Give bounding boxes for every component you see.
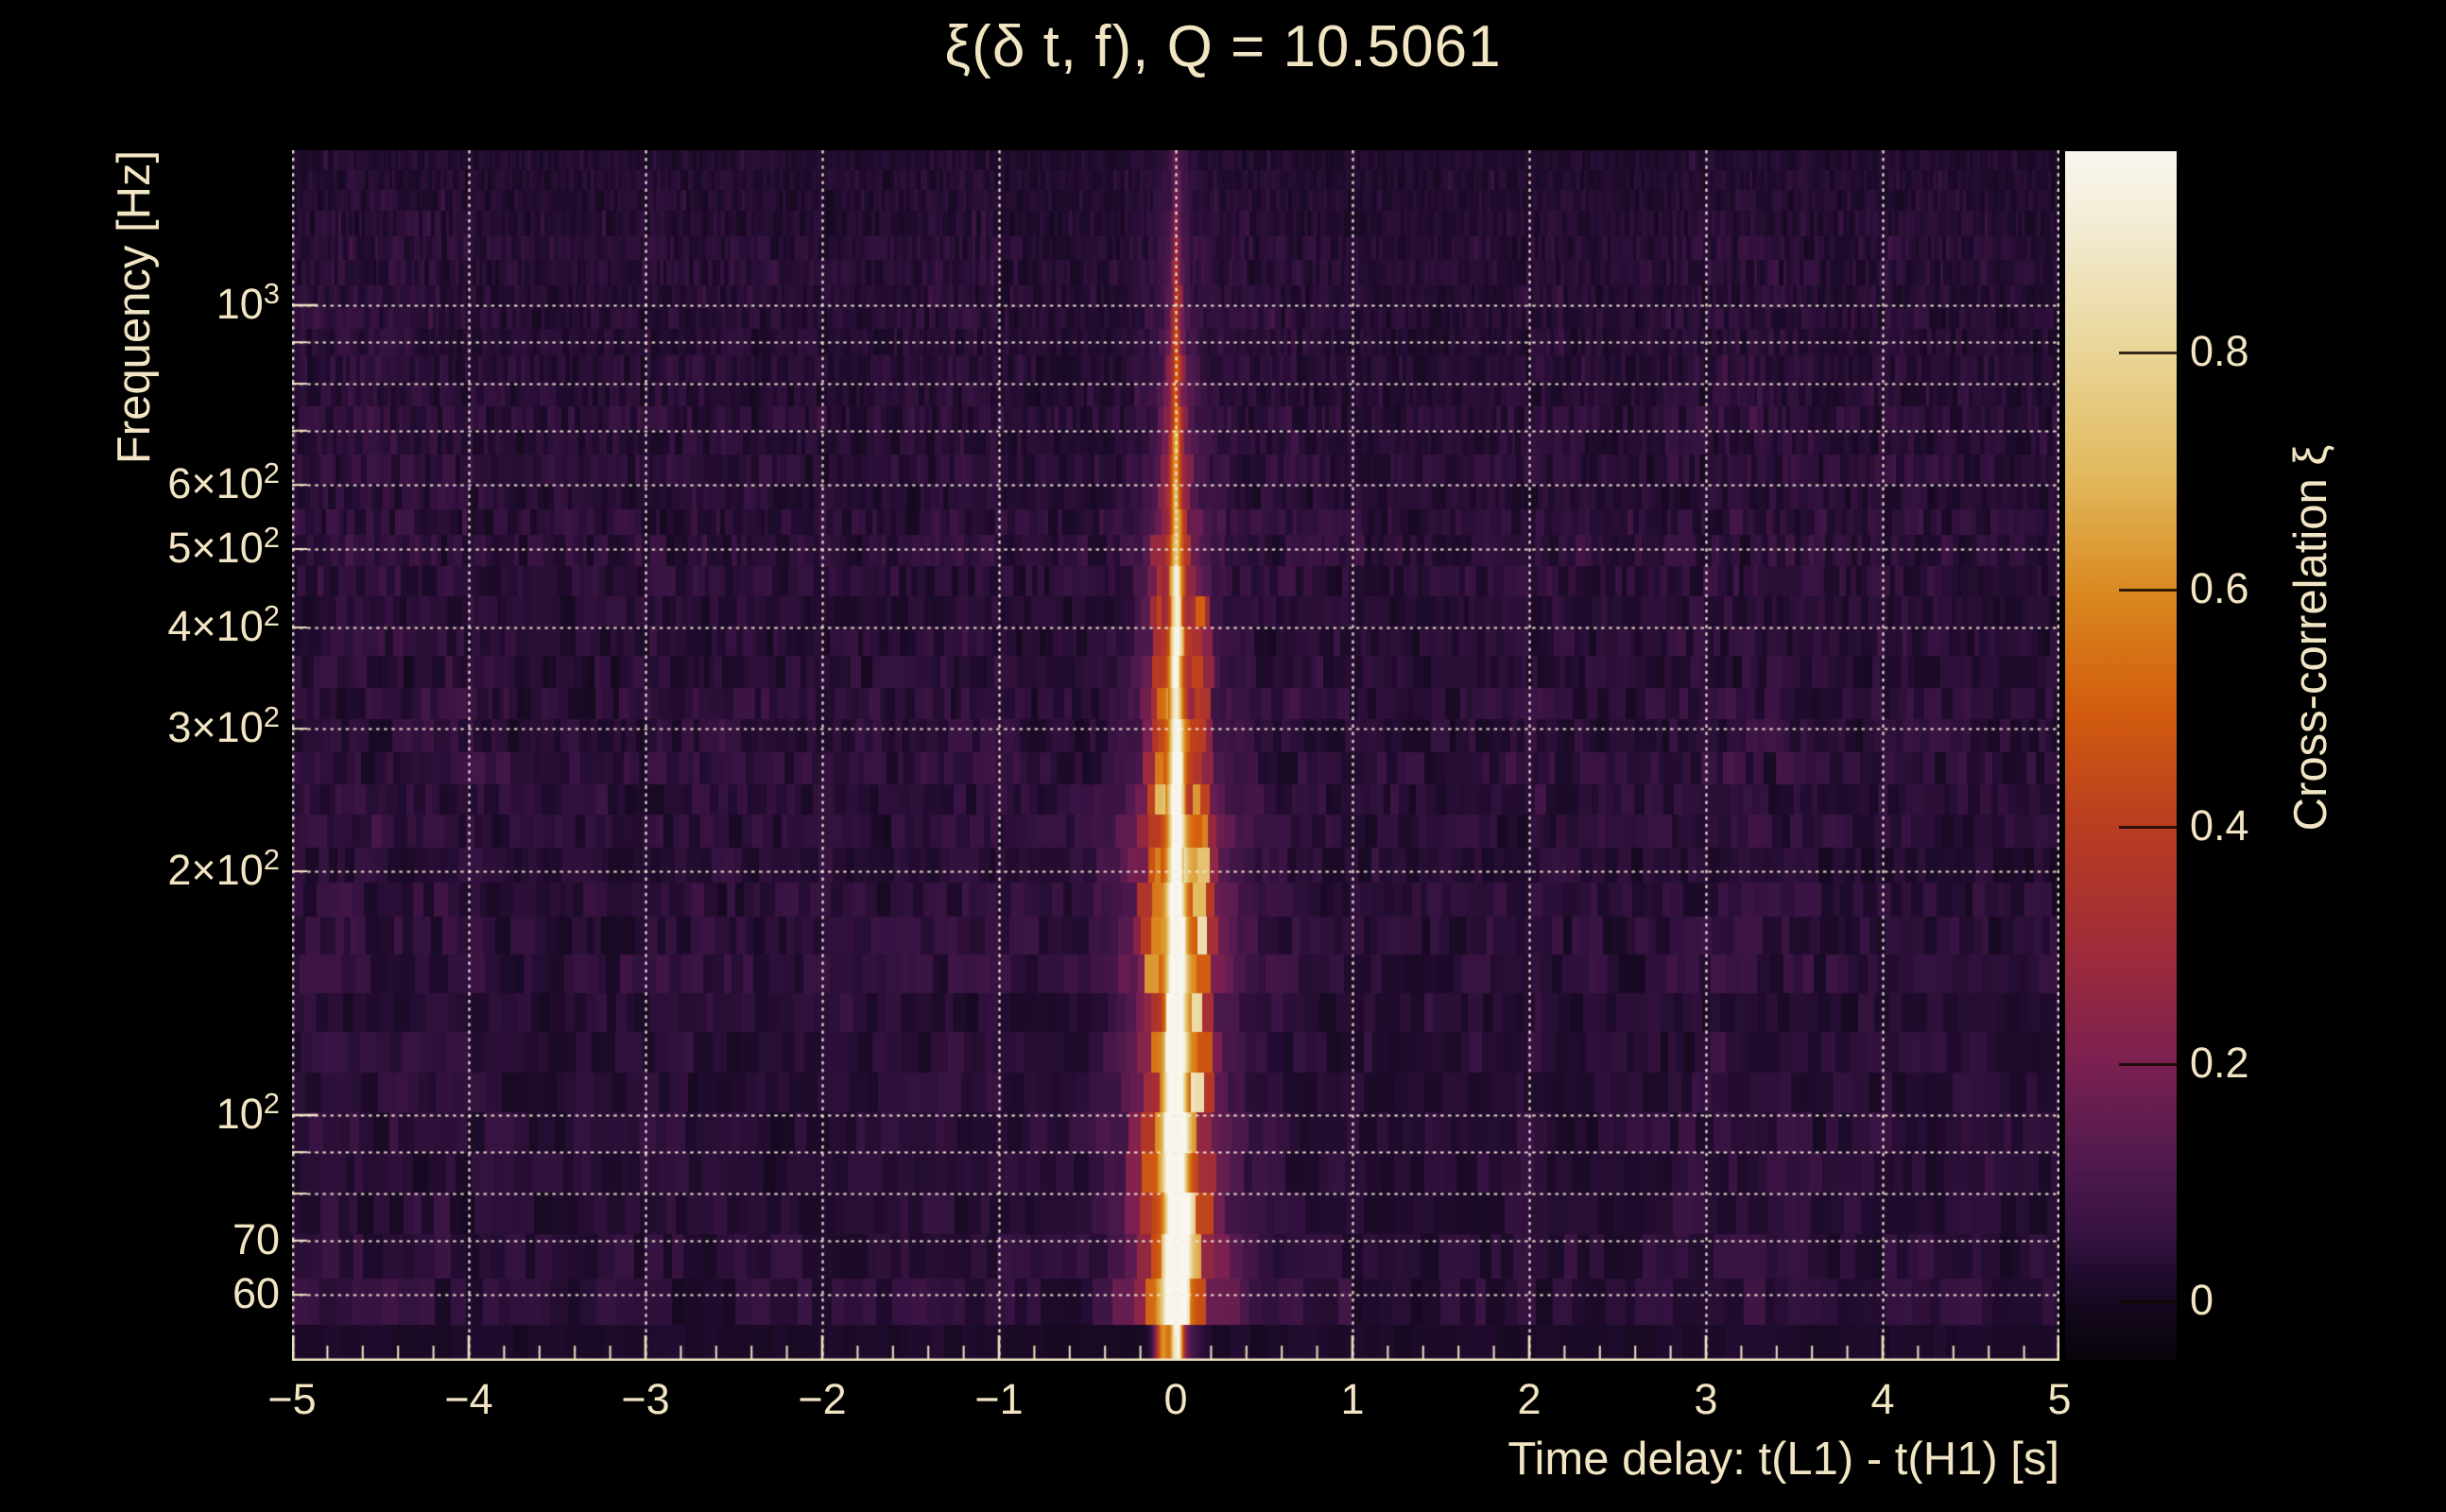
y-tick-label: 2×102 xyxy=(167,843,280,895)
colorbar xyxy=(2065,151,2177,1361)
y-tick-label: 102 xyxy=(215,1087,280,1138)
x-tick-label: 4 xyxy=(1870,1375,1895,1423)
cross-correlation-figure: ξ(δ t, f), Q = 10.5061 Frequency [Hz] 10… xyxy=(0,0,2446,1512)
x-tick-label: −3 xyxy=(621,1375,670,1423)
x-tick-label: −1 xyxy=(974,1375,1024,1423)
heatmap-canvas xyxy=(292,150,2059,1361)
heatmap-plot-area xyxy=(292,150,2059,1361)
x-tick-label: 1 xyxy=(1340,1375,1365,1423)
colorbar-tick xyxy=(2119,826,2177,830)
y-tick-label: 5×102 xyxy=(167,520,280,572)
y-tick-label: 3×102 xyxy=(167,700,280,752)
x-tick-label: 3 xyxy=(1694,1375,1718,1423)
y-tick-label: 60 xyxy=(232,1269,280,1318)
colorbar-title: Cross-correlation ξ xyxy=(2285,444,2336,832)
y-tick-label: 103 xyxy=(215,277,280,328)
y-tick-label: 4×102 xyxy=(167,599,280,651)
colorbar-tick xyxy=(2119,352,2177,355)
x-axis-title: Time delay: t(L1) - t(H1) [s] xyxy=(1507,1434,2059,1485)
y-tick-label: 6×102 xyxy=(167,456,280,508)
colorbar-tick xyxy=(2119,1300,2177,1304)
chart-title: ξ(δ t, f), Q = 10.5061 xyxy=(944,14,1502,79)
x-tick-label: 5 xyxy=(2047,1375,2072,1423)
x-tick-label: −2 xyxy=(798,1375,847,1423)
colorbar-tick xyxy=(2119,589,2177,593)
colorbar-tick xyxy=(2119,1063,2177,1067)
colorbar-tick-label: 0 xyxy=(2190,1276,2214,1325)
x-tick-label: −4 xyxy=(444,1375,493,1423)
x-tick-label: 2 xyxy=(1517,1375,1542,1423)
x-tick-label: −5 xyxy=(267,1375,317,1423)
x-tick-label: 0 xyxy=(1163,1375,1188,1423)
y-tick-label: 70 xyxy=(232,1214,280,1263)
